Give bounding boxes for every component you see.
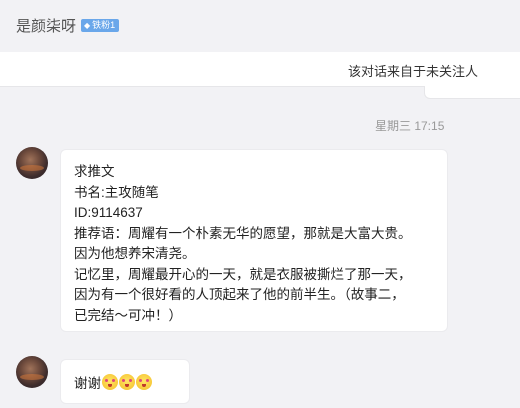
- thanks-text: 谢谢: [74, 376, 101, 391]
- message-line: 求推文: [74, 164, 115, 179]
- message-line: 因为他想养宋清尧。: [74, 246, 196, 261]
- blushing-face-emoji-icon: [119, 374, 135, 390]
- blushing-face-emoji-icon: [102, 374, 118, 390]
- blushing-face-emoji-icon: [136, 374, 152, 390]
- message-line: ID:9114637: [74, 205, 143, 220]
- message-line: 推荐语：周耀有一个朴素无华的愿望，那就是大富大贵。: [74, 225, 412, 241]
- stranger-notice-text: 该对话来自于未关注人: [347, 64, 478, 79]
- message-line: 记忆里，周耀最开心的一天，就是衣服被撕烂了那一天，: [74, 266, 412, 282]
- sender-avatar[interactable]: [16, 147, 48, 179]
- contact-name[interactable]: 是颜柒呀: [16, 15, 76, 36]
- message-bubble[interactable]: 求推文 书名:主攻随笔 ID:9114637 推荐语：周耀有一个朴素无华的愿望，…: [60, 149, 448, 332]
- message-text: 求推文 书名:主攻随笔 ID:9114637 推荐语：周耀有一个朴素无华的愿望，…: [74, 162, 412, 326]
- stranger-notice-bar: 该对话来自于未关注人: [0, 52, 520, 87]
- message-timestamp: 星期三 17:15: [375, 119, 445, 133]
- message-text: 谢谢: [74, 372, 152, 392]
- message-line: 已完结～可冲！）: [74, 307, 182, 323]
- fan-level-badge: ◆ 铁粉1: [81, 18, 120, 32]
- message-bubble[interactable]: 谢谢: [60, 359, 190, 404]
- message-line: 书名:主攻随笔: [74, 184, 159, 200]
- fan-badge-label: 铁粉1: [92, 19, 116, 30]
- message-line: 因为有一个很好看的人顶起来了他的前半生。（故事二，: [74, 287, 405, 302]
- sender-avatar[interactable]: [16, 356, 48, 388]
- previous-message-bubble: [424, 86, 520, 99]
- chat-header: 是颜柒呀 ◆ 铁粉1: [0, 0, 520, 50]
- diamond-icon: ◆: [84, 20, 91, 30]
